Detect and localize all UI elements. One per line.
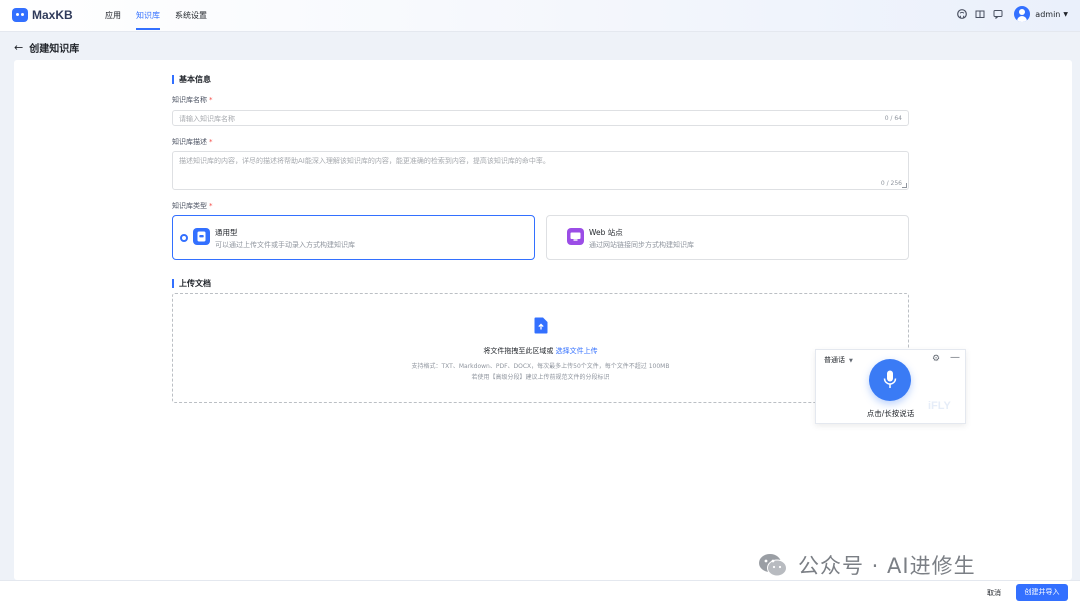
web-site-icon — [567, 228, 584, 245]
bottom-action-bar — [0, 580, 1080, 610]
chevron-down-icon[interactable]: ▼ — [1063, 11, 1068, 18]
upload-file-icon — [534, 317, 548, 336]
nav-item-apps[interactable]: 应用 — [105, 0, 121, 32]
radio-general[interactable] — [180, 234, 188, 242]
knowledge-name-input[interactable]: 请输入知识库名称 0 / 64 — [172, 110, 909, 126]
input-placeholder: 请输入知识库名称 — [179, 115, 235, 123]
resize-handle-icon[interactable] — [902, 183, 907, 188]
microphone-button[interactable] — [869, 359, 911, 401]
char-counter: 0 / 64 — [884, 115, 902, 122]
app-name: MaxKB — [32, 8, 73, 22]
forum-icon[interactable] — [992, 8, 1004, 20]
char-counter: 0 / 256 — [880, 180, 902, 187]
minimize-icon[interactable]: — — [950, 352, 960, 363]
back-arrow-icon[interactable]: ← — [14, 41, 23, 54]
gear-icon[interactable]: ⚙ — [932, 354, 940, 364]
voice-input-widget: 普通话 ▼ ⚙ — iFLY 点击/长按说话 — [815, 349, 966, 424]
user-avatar[interactable] — [1014, 6, 1031, 22]
type-name-general: 通用型 — [215, 228, 238, 237]
logo-icon — [12, 8, 28, 22]
type-desc-web: 通过网站链接同步方式构建知识库 — [589, 241, 694, 249]
user-name[interactable]: admin — [1035, 10, 1060, 19]
nav-item-settings[interactable]: 系统设置 — [175, 0, 207, 32]
type-card-web[interactable]: Web 站点 通过网站链接同步方式构建知识库 — [546, 215, 909, 260]
watermark-text: 公众号 · AI进修生 — [798, 554, 976, 578]
top-right-actions: admin ▼ — [950, 6, 1068, 22]
page-title: 创建知识库 — [29, 44, 80, 55]
required-mark: * — [209, 138, 213, 146]
create-and-import-button[interactable]: 创建并导入 — [1016, 584, 1068, 601]
cancel-button[interactable]: 取消 — [976, 585, 1012, 602]
field-label-type: 知识库类型 * — [172, 201, 213, 211]
docs-icon[interactable] — [974, 8, 986, 20]
top-bar: MaxKB 应用 知识库 系统设置 admin ▼ — [0, 0, 1080, 32]
main-nav: 应用 知识库 系统设置 — [105, 0, 222, 32]
github-icon[interactable] — [956, 8, 968, 20]
select-file-link[interactable]: 选择文件上传 — [556, 347, 598, 355]
voice-language-select[interactable]: 普通话 ▼ — [824, 355, 853, 365]
field-label-name: 知识库名称 * — [172, 95, 213, 105]
field-label-description: 知识库描述 * — [172, 137, 213, 147]
section-title-upload: 上传文档 — [172, 279, 211, 288]
voice-hint-label: 点击/长按说话 — [866, 409, 915, 418]
voice-language-value: 普通话 — [824, 356, 845, 364]
upload-main-text: 将文件拖拽至此区域或 选择文件上传 — [173, 346, 908, 356]
upload-format-tip: 支持格式：TXT、Markdown、PDF、DOCX，每次最多上传50个文件，每… — [411, 363, 670, 370]
required-mark: * — [209, 96, 213, 104]
field-label-description-text: 知识库描述 — [172, 138, 207, 146]
page-header: ← 创建知识库 — [14, 40, 79, 55]
chevron-down-icon: ▼ — [849, 358, 853, 364]
wechat-icon — [758, 552, 788, 578]
microphone-icon — [883, 370, 897, 388]
type-desc-general: 可以通过上传文件或手动录入方式构建知识库 — [215, 241, 355, 249]
upload-drag-text: 将文件拖拽至此区域或 — [483, 347, 554, 355]
nav-item-knowledge[interactable]: 知识库 — [136, 0, 160, 32]
type-name-web: Web 站点 — [589, 228, 623, 237]
textarea-placeholder: 描述知识库的内容，详尽的描述将帮助AI能深入理解该知识库的内容，能更准确的检索到… — [179, 157, 550, 165]
document-icon — [193, 228, 210, 245]
upload-advanced-tip: 若使用【高级分段】建议上传前规范文件的分段标识 — [471, 374, 610, 381]
type-card-general[interactable]: 通用型 可以通过上传文件或手动录入方式构建知识库 — [172, 215, 535, 260]
upload-dropzone[interactable]: 将文件拖拽至此区域或 选择文件上传 支持格式：TXT、Markdown、PDF、… — [172, 293, 909, 403]
app-logo[interactable]: MaxKB — [12, 8, 73, 22]
field-label-name-text: 知识库名称 — [172, 96, 207, 104]
section-title-basic-info: 基本信息 — [172, 75, 211, 84]
field-label-type-text: 知识库类型 — [172, 202, 207, 210]
wechat-watermark: 公众号 · AI进修生 — [758, 550, 976, 580]
required-mark: * — [209, 202, 213, 210]
knowledge-description-textarea[interactable]: 描述知识库的内容，详尽的描述将帮助AI能深入理解该知识库的内容，能更准确的检索到… — [172, 151, 909, 190]
